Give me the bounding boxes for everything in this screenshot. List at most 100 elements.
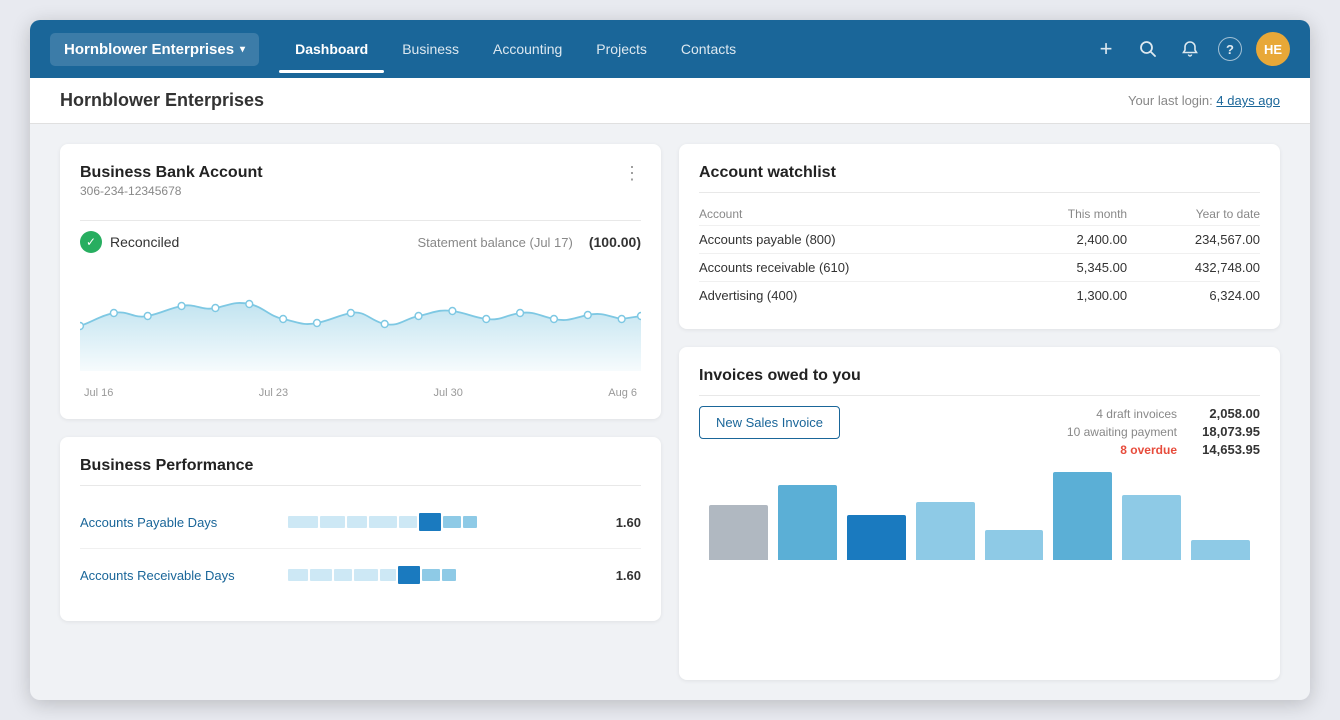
bar-seg bbox=[443, 516, 461, 528]
invoice-bar-chart bbox=[699, 470, 1260, 560]
new-sales-invoice-button[interactable]: New Sales Invoice bbox=[699, 406, 840, 439]
inv-bar-4 bbox=[985, 530, 1044, 560]
bar-seg bbox=[369, 516, 397, 528]
bar-seg bbox=[442, 569, 456, 581]
bar-seg bbox=[422, 569, 440, 581]
table-row: Advertising (400) 1,300.00 6,324.00 bbox=[699, 282, 1260, 310]
chart-labels: Jul 16 Jul 23 Jul 30 Aug 6 bbox=[80, 387, 641, 399]
stat-row-2: 8 overdue 14,653.95 bbox=[860, 442, 1260, 457]
page-title: Hornblower Enterprises bbox=[60, 90, 264, 111]
inv-bar-0 bbox=[709, 505, 768, 560]
stat-value-1: 18,073.95 bbox=[1185, 424, 1260, 439]
bar-seg-highlight bbox=[398, 566, 420, 584]
bank-divider bbox=[80, 220, 641, 221]
bar-seg-highlight bbox=[419, 513, 441, 531]
line-chart-svg bbox=[80, 261, 641, 371]
statement-balance: (100.00) bbox=[589, 234, 641, 250]
bar-seg bbox=[288, 569, 308, 581]
nav-link-projects[interactable]: Projects bbox=[580, 33, 663, 65]
brand-label: Hornblower Enterprises bbox=[64, 41, 234, 58]
chart-label-1: Jul 23 bbox=[259, 387, 288, 399]
bank-account-number: 306-234-12345678 bbox=[80, 184, 263, 198]
watchlist-title: Account watchlist bbox=[699, 164, 1260, 182]
chart-label-0: Jul 16 bbox=[84, 387, 113, 399]
nav-link-accounting[interactable]: Accounting bbox=[477, 33, 578, 65]
nav-actions: + ? HE bbox=[1092, 32, 1290, 66]
col-this-month: This month bbox=[1006, 203, 1127, 226]
bar-seg bbox=[320, 516, 345, 528]
invoices-stats: 4 draft invoices 2,058.00 10 awaiting pa… bbox=[860, 406, 1260, 460]
nav-link-business[interactable]: Business bbox=[386, 33, 475, 65]
bar-seg bbox=[380, 569, 396, 581]
search-icon[interactable] bbox=[1134, 35, 1162, 63]
perf-value-0: 1.60 bbox=[601, 515, 641, 530]
table-row: Accounts receivable (610) 5,345.00 432,7… bbox=[699, 254, 1260, 282]
inv-bar-5 bbox=[1053, 472, 1112, 560]
bar-seg bbox=[463, 516, 477, 528]
bank-card-header: Business Bank Account 306-234-12345678 ⋮ bbox=[80, 164, 641, 210]
bank-menu-icon[interactable]: ⋮ bbox=[623, 164, 641, 182]
row1-month: 5,345.00 bbox=[1006, 254, 1127, 282]
reconcile-row: ✓ Reconciled Statement balance (Jul 17) … bbox=[80, 231, 641, 253]
stat-label-overdue: 8 overdue bbox=[1120, 443, 1177, 457]
stat-row-0: 4 draft invoices 2,058.00 bbox=[860, 406, 1260, 421]
col-account: Account bbox=[699, 203, 1006, 226]
bell-icon[interactable] bbox=[1176, 35, 1204, 63]
business-performance-card: Business Performance Accounts Payable Da… bbox=[60, 437, 661, 621]
nav-brand[interactable]: Hornblower Enterprises ▾ bbox=[50, 33, 259, 66]
perf-title: Business Performance bbox=[80, 457, 641, 475]
bank-info: Business Bank Account 306-234-12345678 bbox=[80, 164, 263, 210]
stat-value-0: 2,058.00 bbox=[1185, 406, 1260, 421]
bar-seg bbox=[347, 516, 367, 528]
main-content: Business Bank Account 306-234-12345678 ⋮… bbox=[30, 124, 1310, 700]
bar-seg bbox=[334, 569, 352, 581]
invoices-title: Invoices owed to you bbox=[699, 367, 1260, 385]
last-login: Your last login: 4 days ago bbox=[1128, 93, 1280, 108]
bank-chart bbox=[80, 261, 641, 381]
watchlist-table: Account This month Year to date Accounts… bbox=[699, 203, 1260, 309]
watchlist-divider bbox=[699, 192, 1260, 193]
bank-account-card: Business Bank Account 306-234-12345678 ⋮… bbox=[60, 144, 661, 419]
perf-divider bbox=[80, 485, 641, 486]
col-ytd: Year to date bbox=[1127, 203, 1260, 226]
check-icon: ✓ bbox=[80, 231, 102, 253]
bar-seg bbox=[354, 569, 378, 581]
brand-caret: ▾ bbox=[240, 44, 245, 55]
row1-account: Accounts receivable (610) bbox=[699, 254, 1006, 282]
row0-ytd: 234,567.00 bbox=[1127, 226, 1260, 254]
row0-account: Accounts payable (800) bbox=[699, 226, 1006, 254]
stat-row-1: 10 awaiting payment 18,073.95 bbox=[860, 424, 1260, 439]
inv-bar-6 bbox=[1122, 495, 1181, 560]
reconcile-badge: ✓ Reconciled bbox=[80, 231, 179, 253]
inv-bar-7 bbox=[1191, 540, 1250, 560]
bank-account-title: Business Bank Account bbox=[80, 164, 263, 182]
last-login-link[interactable]: 4 days ago bbox=[1216, 93, 1280, 108]
invoices-owed-card: Invoices owed to you New Sales Invoice 4… bbox=[679, 347, 1280, 680]
row2-ytd: 6,324.00 bbox=[1127, 282, 1260, 310]
nav-bar: Hornblower Enterprises ▾ Dashboard Busin… bbox=[30, 20, 1310, 78]
bar-seg bbox=[399, 516, 417, 528]
help-icon[interactable]: ? bbox=[1218, 37, 1242, 61]
sub-header: Hornblower Enterprises Your last login: … bbox=[30, 78, 1310, 124]
perf-bars-1 bbox=[280, 561, 601, 589]
perf-bars-0 bbox=[280, 508, 601, 536]
perf-row-1: Accounts Receivable Days 1.60 bbox=[80, 549, 641, 601]
nav-link-contacts[interactable]: Contacts bbox=[665, 33, 752, 65]
statement-label: Statement balance (Jul 17) bbox=[417, 235, 572, 250]
reconciled-label: Reconciled bbox=[110, 234, 179, 250]
perf-value-1: 1.60 bbox=[601, 568, 641, 583]
chart-label-2: Jul 30 bbox=[434, 387, 463, 399]
table-row: Accounts payable (800) 2,400.00 234,567.… bbox=[699, 226, 1260, 254]
statement-info: Statement balance (Jul 17) (100.00) bbox=[417, 234, 641, 250]
stat-label-0: 4 draft invoices bbox=[1096, 407, 1177, 421]
add-icon[interactable]: + bbox=[1092, 35, 1120, 63]
perf-label-1[interactable]: Accounts Receivable Days bbox=[80, 568, 280, 583]
perf-label-0[interactable]: Accounts Payable Days bbox=[80, 515, 280, 530]
nav-link-dashboard[interactable]: Dashboard bbox=[279, 33, 384, 65]
avatar[interactable]: HE bbox=[1256, 32, 1290, 66]
nav-links: Dashboard Business Accounting Projects C… bbox=[279, 33, 1092, 65]
bar-seg bbox=[310, 569, 332, 581]
stat-value-2: 14,653.95 bbox=[1185, 442, 1260, 457]
stat-label-1: 10 awaiting payment bbox=[1067, 425, 1177, 439]
bar-seg bbox=[288, 516, 318, 528]
